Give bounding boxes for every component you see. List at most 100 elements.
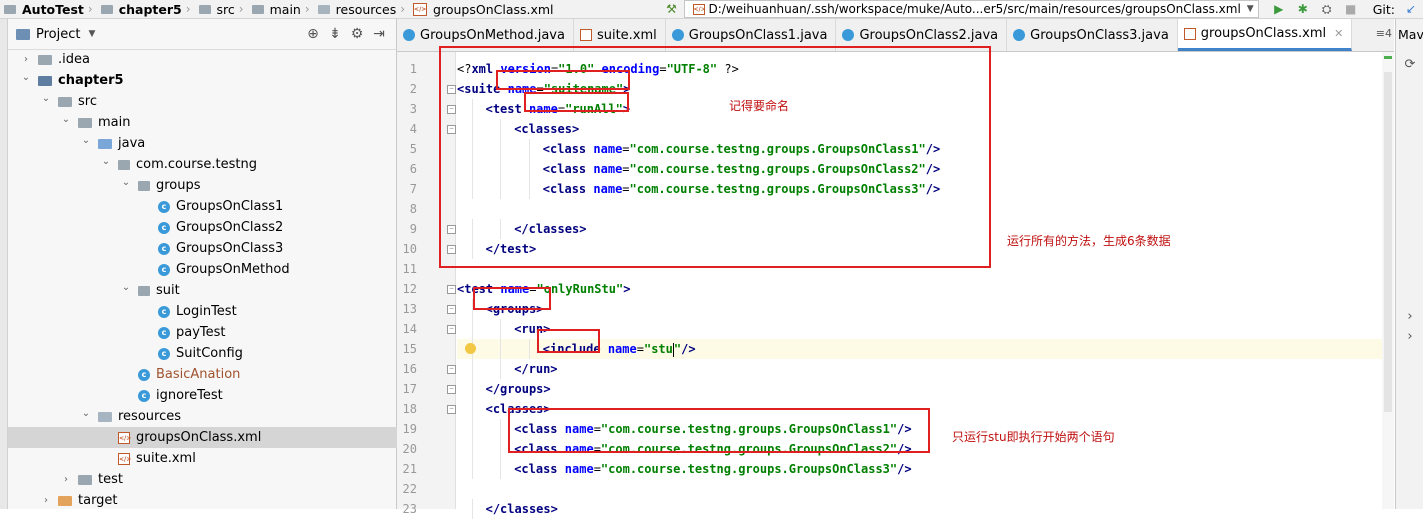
class-icon: c xyxy=(158,242,170,255)
line-number: 3 xyxy=(409,102,417,116)
fold-marker-icon[interactable]: − xyxy=(447,325,456,334)
editor-tab[interactable]: GroupsOnClass3.java xyxy=(1007,19,1178,51)
indent-guide xyxy=(471,499,473,519)
package-icon xyxy=(138,180,150,191)
breadcrumb-separator: › xyxy=(87,2,93,16)
project-view-select[interactable]: Project xyxy=(36,27,80,42)
chevron-down-icon[interactable]: ⌄ xyxy=(60,114,72,125)
code-line[interactable]: </run> xyxy=(457,359,1394,379)
class-icon: c xyxy=(138,389,150,402)
tree-item-label: .idea xyxy=(58,52,90,67)
code-line[interactable] xyxy=(457,479,1394,499)
tree-item[interactable]: › test xyxy=(8,469,448,490)
tree-item[interactable]: ⌄ src xyxy=(8,91,428,112)
gear-icon[interactable]: ⚙ xyxy=(346,26,368,42)
run-configuration-select[interactable]: </> D:/weihuanhuan/.ssh/workspace/muke/A… xyxy=(683,0,1259,18)
code-line[interactable]: <class name="com.course.testng.groups.Gr… xyxy=(457,459,1394,479)
line-number: 13 xyxy=(402,302,417,316)
indent-guide xyxy=(500,319,502,339)
xml-file-icon: </> xyxy=(118,452,131,465)
package-icon xyxy=(138,285,150,296)
fold-marker-icon[interactable]: − xyxy=(447,385,456,394)
breadcrumb-separator: › xyxy=(304,2,310,16)
tree-item-label: groupsOnClass.xml xyxy=(136,430,262,445)
package-icon xyxy=(118,159,130,170)
folder-icon xyxy=(38,54,52,65)
scroll-thumb[interactable] xyxy=(1384,72,1392,412)
locate-icon[interactable]: ⊕ xyxy=(302,26,324,42)
chevron-down-icon[interactable]: ⌄ xyxy=(120,282,132,293)
editor-tab-label: GroupsOnClass3.java xyxy=(1030,27,1169,43)
editor-scrollbar[interactable] xyxy=(1382,52,1394,509)
run-icon[interactable]: ▶ xyxy=(1270,0,1288,18)
run-configuration-path: D:/weihuanhuan/.ssh/workspace/muke/Auto.… xyxy=(708,2,1241,16)
maven-label[interactable]: Mave xyxy=(1398,27,1423,42)
chevron-down-icon[interactable]: ⌄ xyxy=(20,72,32,83)
fold-marker-icon[interactable]: − xyxy=(447,405,456,414)
fold-marker-icon[interactable]: − xyxy=(447,285,456,294)
code-token: "stu xyxy=(643,342,673,356)
breadcrumb-main[interactable]: main xyxy=(268,0,303,18)
breadcrumb-resources[interactable]: resources xyxy=(334,0,399,18)
tree-item-label: GroupsOnMethod xyxy=(176,262,290,277)
indent-guide xyxy=(500,439,502,459)
intention-bulb-icon[interactable] xyxy=(465,343,476,354)
tabs-overflow-button[interactable]: ≡4 xyxy=(1376,27,1392,40)
git-update-icon[interactable]: ↙ xyxy=(1402,0,1420,18)
indent-guide xyxy=(500,339,502,359)
breadcrumb-autotest[interactable]: AutoTest xyxy=(20,0,86,18)
tree-item[interactable]: › .idea xyxy=(8,49,408,70)
chevron-down-icon[interactable]: ⌄ xyxy=(80,135,92,146)
line-number: 14 xyxy=(402,322,417,336)
code-line[interactable]: </classes> xyxy=(457,499,1394,519)
chevron-right-icon[interactable]: › xyxy=(40,495,52,506)
breadcrumb-src[interactable]: src xyxy=(215,0,237,18)
editor: GroupsOnMethod.java suite.xml GroupsOnClas… xyxy=(397,19,1394,519)
fold-marker-icon[interactable]: − xyxy=(447,305,456,314)
chevron-down-icon[interactable]: ⌄ xyxy=(80,408,92,419)
resources-folder-icon xyxy=(98,411,112,422)
line-number: 11 xyxy=(402,262,417,276)
chevron-right-icon[interactable]: › xyxy=(20,54,32,65)
tree-item[interactable]: › target xyxy=(8,490,428,511)
chevron-down-icon[interactable]: ▼ xyxy=(88,29,95,39)
chevron-right-icon[interactable]: › xyxy=(1402,329,1418,345)
hide-icon[interactable]: ⇥ xyxy=(368,26,390,42)
breadcrumb-chapter5[interactable]: chapter5 xyxy=(117,0,184,18)
code-token: > xyxy=(623,282,631,296)
chevron-down-icon[interactable]: ⌄ xyxy=(40,93,52,104)
fold-marker-icon[interactable]: − xyxy=(447,365,456,374)
breadcrumb-file[interactable]: groupsOnClass.xml xyxy=(431,0,555,18)
tree-item-label: chapter5 xyxy=(58,73,124,88)
coverage-icon[interactable]: ⛭ xyxy=(1318,0,1336,18)
code-line[interactable]: <test name="onlyRunStu"> xyxy=(457,279,1394,299)
tree-item[interactable]: ⌄ chapter5 xyxy=(8,70,408,91)
annotation-note-run-all: 运行所有的方法，生成6条数据 xyxy=(1007,234,1171,248)
code-line[interactable]: </groups> xyxy=(457,379,1394,399)
stop-icon[interactable]: ■ xyxy=(1342,0,1360,18)
navigation-bar: AutoTest › chapter5 › src › main › resou… xyxy=(0,0,1423,19)
code-token: = xyxy=(636,342,644,356)
close-icon[interactable]: ✕ xyxy=(1334,27,1343,40)
line-number: 16 xyxy=(402,362,417,376)
code-line-content: <class name="com.course.testng.groups.Gr… xyxy=(457,462,911,476)
tree-item-label: SuitConfig xyxy=(176,346,243,361)
chevron-right-icon[interactable]: › xyxy=(60,474,72,485)
editor-tab-label: groupsOnClass.xml xyxy=(1200,26,1327,41)
maven-panel: Mave ⟳ › › xyxy=(1395,19,1423,509)
tree-item-label: target xyxy=(78,493,118,508)
debug-icon[interactable]: ✱ xyxy=(1294,0,1312,18)
code-line[interactable]: <groups> xyxy=(457,299,1394,319)
editor-tab[interactable]: groupsOnClass.xml ✕ xyxy=(1177,19,1353,51)
chevron-down-icon[interactable]: ⌄ xyxy=(120,177,132,188)
chevron-right-icon[interactable]: › xyxy=(1402,309,1418,325)
chevron-down-icon[interactable]: ⌄ xyxy=(100,156,112,167)
project-panel-header: Project ▼ ⊕ ⇟ ⚙ ⇥ xyxy=(8,19,396,50)
tree-item[interactable]: ⌄ main xyxy=(8,112,448,133)
hammer-icon[interactable]: ⚒ xyxy=(663,0,681,18)
refresh-icon[interactable]: ⟳ xyxy=(1402,57,1418,73)
collapse-icon[interactable]: ⇟ xyxy=(324,26,346,42)
target-folder-icon xyxy=(58,495,72,506)
code-token: <class xyxy=(514,462,558,476)
line-number: 4 xyxy=(409,122,417,136)
